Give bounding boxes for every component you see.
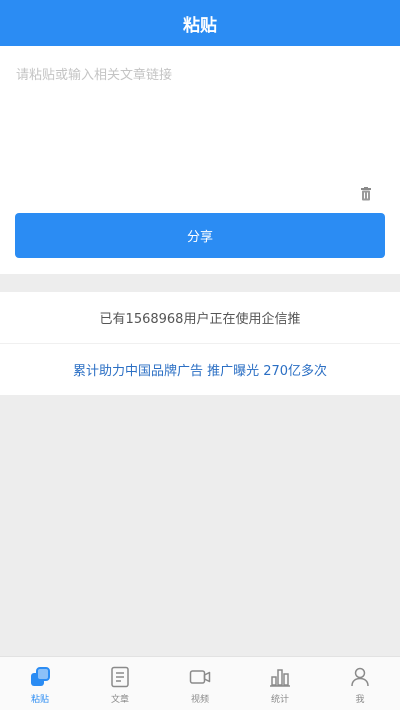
tab-video[interactable]: 视频 [160, 657, 240, 710]
tab-label: 我 [355, 695, 365, 705]
tab-stats[interactable]: 统计 [240, 657, 320, 710]
tab-label: 粘贴 [30, 695, 49, 705]
tab-paste[interactable]: 粘贴 [0, 657, 80, 710]
app-screen: 粘贴 分享 已有1568968用户正在使用企信推 累计助力中国品牌广告 推广曝光… [0, 0, 400, 710]
paste-icon [31, 667, 50, 686]
stats-panel: 已有1568968用户正在使用企信推 累计助力中国品牌广告 推广曝光 270亿多… [0, 292, 400, 395]
trash-icon[interactable] [360, 187, 372, 201]
paste-panel: 分享 [0, 46, 400, 274]
tab-label: 统计 [270, 695, 289, 705]
tab-profile[interactable]: 我 [320, 657, 400, 710]
page-title: 粘贴 [183, 15, 217, 36]
share-button[interactable]: 分享 [15, 213, 385, 258]
ad-exposure-link[interactable]: 累计助力中国品牌广告 推广曝光 270亿多次 [0, 344, 400, 395]
header-bar: 粘贴 [0, 0, 400, 46]
tab-bar: 粘贴 文章 视频 统计 我 [0, 656, 400, 710]
stats-icon [270, 669, 290, 687]
tab-label: 视频 [190, 695, 209, 705]
tab-label: 文章 [110, 695, 129, 705]
share-button-label: 分享 [186, 230, 213, 245]
profile-icon [351, 667, 369, 687]
link-input[interactable] [16, 64, 376, 194]
video-icon [189, 670, 211, 684]
article-icon [111, 666, 129, 688]
user-count-text: 已有1568968用户正在使用企信推 [0, 292, 400, 344]
tab-article[interactable]: 文章 [80, 657, 160, 710]
